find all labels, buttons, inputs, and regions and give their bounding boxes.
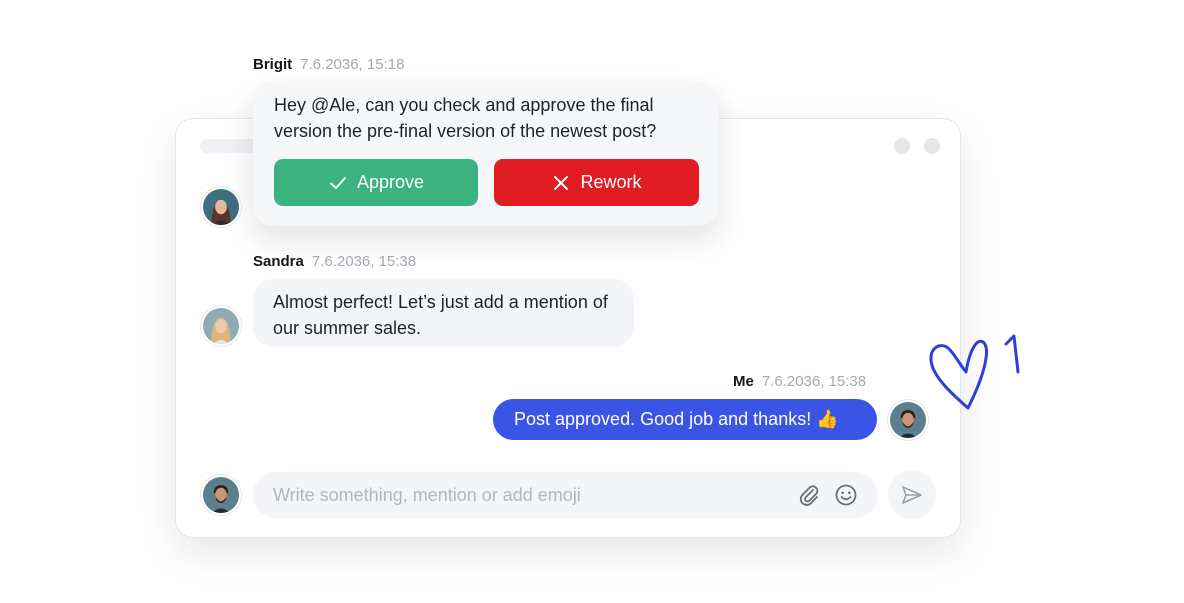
avatar-brigit[interactable] — [201, 187, 241, 227]
paperclip-icon[interactable] — [796, 482, 822, 508]
window-control-dot[interactable] — [924, 138, 940, 154]
author-name: Brigit — [253, 56, 293, 73]
heart-doodle-icon — [929, 334, 1020, 410]
x-icon — [554, 175, 569, 190]
avatar-sandra[interactable] — [201, 306, 241, 346]
send-button[interactable] — [888, 471, 936, 519]
window-control-dot[interactable] — [894, 138, 910, 154]
message-text: Hey @Ale, can you check and approve the … — [274, 95, 657, 141]
message-input[interactable] — [253, 472, 773, 518]
message-timestamp: 7.6.2036, 15:38 — [761, 373, 867, 390]
author-name: Me — [733, 373, 754, 390]
message-text: Post approved. Good job and thanks! 👍 — [514, 409, 839, 429]
check-icon — [329, 176, 346, 189]
avatar-current-user — [201, 475, 241, 515]
approve-button[interactable]: Approve — [274, 159, 478, 206]
approval-request-card: Hey @Ale, can you check and approve the … — [253, 81, 719, 226]
send-icon — [902, 486, 922, 504]
author-name: Sandra — [253, 253, 304, 270]
approve-label: Approve — [356, 172, 425, 192]
my-message-bubble: Post approved. Good job and thanks! 👍 — [493, 399, 877, 440]
message-timestamp: 7.6.2036, 15:18 — [300, 56, 405, 73]
message-text: Almost perfect! Let’s just add a mention… — [273, 292, 608, 338]
message-timestamp: 7.6.2036, 15:38 — [311, 253, 417, 270]
message-meta: Sandra 7.6.2036, 15:38 — [253, 253, 416, 270]
message-meta: Me 7.6.2036, 15:38 — [733, 373, 866, 390]
rework-label: Rework — [580, 172, 642, 192]
message-bubble: Almost perfect! Let’s just add a mention… — [253, 279, 634, 347]
rework-button[interactable]: Rework — [494, 159, 699, 206]
smiley-icon[interactable] — [833, 482, 859, 508]
message-composer — [253, 472, 878, 518]
message-meta: Brigit 7.6.2036, 15:18 — [253, 56, 404, 73]
